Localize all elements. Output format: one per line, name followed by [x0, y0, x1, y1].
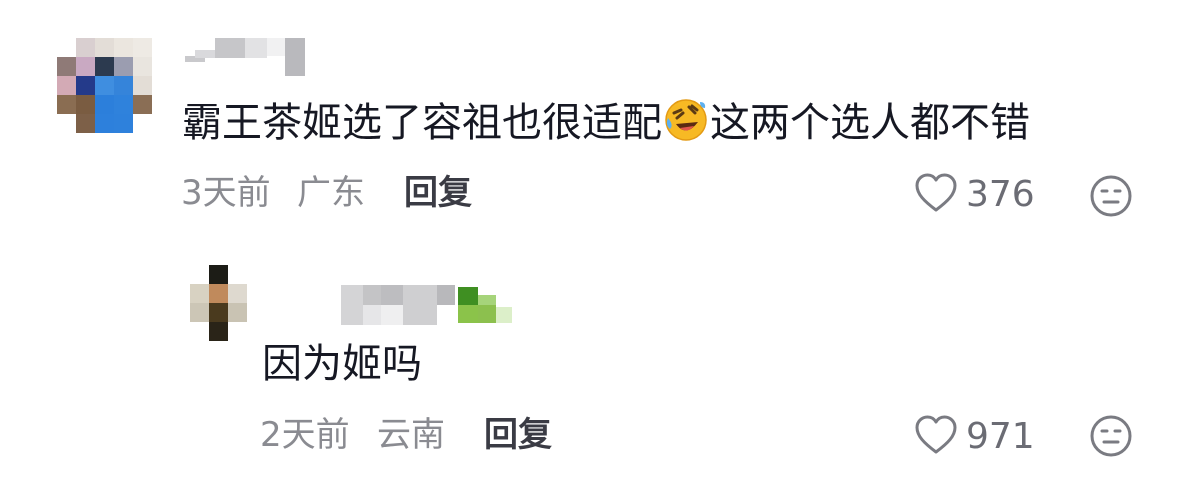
- like-button[interactable]: 376: [914, 172, 1035, 218]
- heart-icon: [914, 172, 958, 218]
- like-count: 376: [966, 174, 1035, 215]
- comment-text-part: 这两个选人都不错: [710, 100, 1030, 146]
- comment-text: 霸王茶姬选了容祖也很适配 这两个选人都不错: [182, 98, 1030, 153]
- username-blurred[interactable]: [185, 38, 305, 76]
- comment-text-part: 霸王茶姬选了容祖也很适配: [182, 100, 662, 146]
- reply-username-blurred[interactable]: [341, 285, 516, 325]
- reply-like-button[interactable]: 971: [914, 414, 1035, 460]
- reply-avatar[interactable]: [190, 265, 247, 341]
- reply-time: 2天前: [260, 415, 350, 455]
- reply-location: 云南: [377, 415, 445, 455]
- reply-text: 因为姬吗: [262, 341, 422, 387]
- dislike-button[interactable]: [1089, 174, 1133, 222]
- rolling-laughing-emoji-icon: [664, 98, 708, 153]
- reply-dislike-button[interactable]: [1089, 414, 1133, 462]
- comment-location: 广东: [297, 173, 365, 213]
- comment-time: 3天前: [181, 173, 271, 213]
- reply-reply-button[interactable]: 回复: [484, 415, 552, 455]
- heart-icon: [914, 414, 958, 460]
- avatar[interactable]: [57, 38, 152, 133]
- reply-like-count: 971: [966, 416, 1035, 457]
- reply-button[interactable]: 回复: [404, 173, 472, 213]
- frown-face-icon: [1089, 415, 1133, 462]
- frown-face-icon: [1089, 175, 1133, 222]
